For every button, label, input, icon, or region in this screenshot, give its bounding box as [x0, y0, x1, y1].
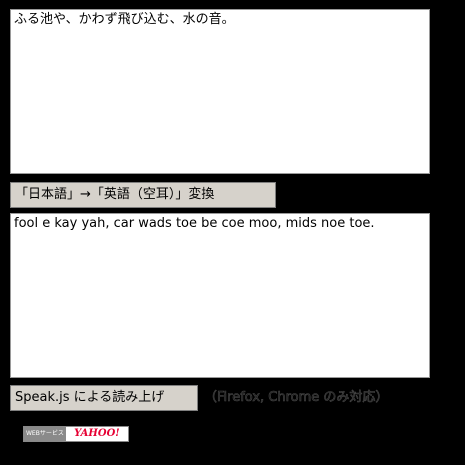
web-service-label: WEBサービス	[24, 427, 66, 441]
yahoo-web-service-badge[interactable]: WEBサービス YAHOO!	[23, 426, 129, 442]
speak-button[interactable]: Speak.js による読み上げ	[10, 385, 198, 411]
source-text-area[interactable]: ふる池や、かわず飛び込む、水の音。	[10, 9, 430, 174]
output-text-area[interactable]: fool e kay yah, car wads toe be coe moo,…	[10, 213, 430, 378]
browser-support-note: （Firefox, Chrome のみ対応）	[204, 390, 389, 406]
yahoo-logo: YAHOO!	[65, 427, 128, 441]
convert-button[interactable]: 「日本語」→「英語（空耳）」変換	[10, 182, 276, 208]
